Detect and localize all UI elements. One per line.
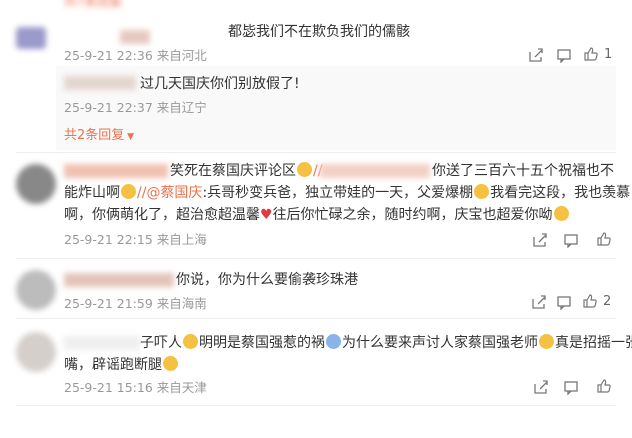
emoji-icon	[183, 334, 198, 349]
thumbs-up-icon[interactable]	[596, 378, 612, 394]
comment-icon[interactable]	[556, 47, 572, 63]
share-icon[interactable]	[533, 379, 549, 395]
comment-text-part: 我看完这段，我也羡慕	[490, 185, 631, 201]
share-icon[interactable]	[532, 232, 548, 248]
reply-meta: 25-9-21 22:37 来自辽宁	[64, 100, 207, 115]
comment-text-part: 笑死在蔡国庆评论区	[170, 163, 296, 179]
heart-emoji-icon: ♥	[260, 207, 273, 223]
divider	[16, 405, 616, 406]
more-replies-label: 共2条回复	[64, 128, 125, 143]
emoji-icon	[121, 184, 136, 199]
avatar[interactable]	[16, 164, 56, 204]
thumbs-up-icon[interactable]	[583, 46, 599, 62]
shock-emoji-icon	[326, 334, 341, 349]
divider	[16, 258, 616, 259]
avatar[interactable]	[16, 27, 46, 49]
comment-text-part: 你送了三百六十五个祝福也不	[432, 163, 614, 179]
thumbs-up-icon[interactable]	[582, 293, 598, 309]
username-blurred[interactable]	[64, 336, 140, 350]
emoji-icon	[553, 206, 569, 221]
comment-text-part: 真是招摇一张	[555, 335, 632, 351]
comment-text-1: 子吓人 明明是蔡国强惹的祸 为什么要来声讨人家蔡国强老师 真是招摇一张	[140, 333, 632, 353]
comment-text-part: 嘴，辟谣跑断腿	[64, 357, 162, 373]
comment-text-part: 明明是蔡国强惹的祸	[199, 335, 325, 351]
username-blurred[interactable]	[64, 273, 174, 287]
reply-text: 过几天国庆你们别放假了!	[140, 76, 300, 92]
username-blurred[interactable]	[120, 30, 150, 44]
avatar[interactable]	[16, 332, 56, 372]
like-count: 2	[603, 294, 612, 309]
top-cut-replies[interactable]: 共7条回复	[64, 0, 122, 10]
thumbs-emoji-icon	[474, 184, 490, 199]
share-icon[interactable]	[531, 294, 547, 310]
comment-text-2: 能炸山啊//@蔡国庆:兵哥秒变兵爸，独立带娃的一天，父爱爆棚 我看完这段，我也羡慕	[64, 183, 630, 203]
divider	[16, 152, 616, 153]
caret-down-icon: ▼	[124, 132, 135, 142]
comment-text: 都毖我们不在欺负我们的儒骸	[228, 24, 410, 40]
emoji-icon	[539, 334, 554, 349]
comment-text-part: 为什么要来声讨人家蔡国强老师	[342, 335, 538, 351]
thumbs-up-icon[interactable]	[596, 231, 612, 247]
mention-link[interactable]: @蔡国庆	[146, 185, 202, 201]
comment-meta: 25-9-21 22:15 来自上海	[64, 232, 207, 247]
comment-text-3: 啊，你俩萌化了，超治愈超温馨♥往后你忙碌之余，随时约啊，庆宝也超爱你呦	[64, 205, 570, 225]
comment-text-part: 往后你忙碌之余，随时约啊，庆宝也超爱你呦	[272, 207, 553, 223]
comment-meta: 25-9-21 22:36 来自河北	[64, 48, 207, 63]
reply-username-blurred[interactable]	[64, 76, 136, 90]
comment-text-2: 嘴，辟谣跑断腿	[64, 355, 179, 375]
username-blurred[interactable]	[64, 164, 168, 178]
more-replies-link[interactable]: 共2条回复 ▼	[64, 128, 134, 145]
laugh-emoji-icon	[297, 162, 312, 177]
avatar[interactable]	[16, 270, 56, 310]
mention-blurred[interactable]	[320, 164, 430, 178]
comment-text-part: 子吓人	[140, 335, 182, 351]
comment-meta: 25-9-21 21:59 来自海南	[64, 296, 207, 311]
comment-text-part: 能炸山啊	[64, 185, 120, 201]
comment-icon[interactable]	[563, 232, 579, 248]
share-icon[interactable]	[528, 47, 544, 63]
comment-text-1: 笑死在蔡国庆评论区//	[170, 161, 322, 181]
comment-icon[interactable]	[556, 294, 572, 310]
comment-text-part: 啊，你俩萌化了，超治愈超温馨	[64, 207, 260, 223]
comment-text: 你说，你为什么要偷袭珍珠港	[176, 272, 358, 288]
comment-icon[interactable]	[563, 379, 579, 395]
comment-meta: 25-9-21 15:16 来自天津	[64, 380, 207, 395]
like-count: 1	[604, 47, 613, 62]
comment-text-part: :兵哥秒变兵爸，独立带娃的一天，父爱爆棚	[202, 185, 474, 201]
divider	[16, 318, 616, 319]
emoji-icon	[163, 356, 178, 371]
